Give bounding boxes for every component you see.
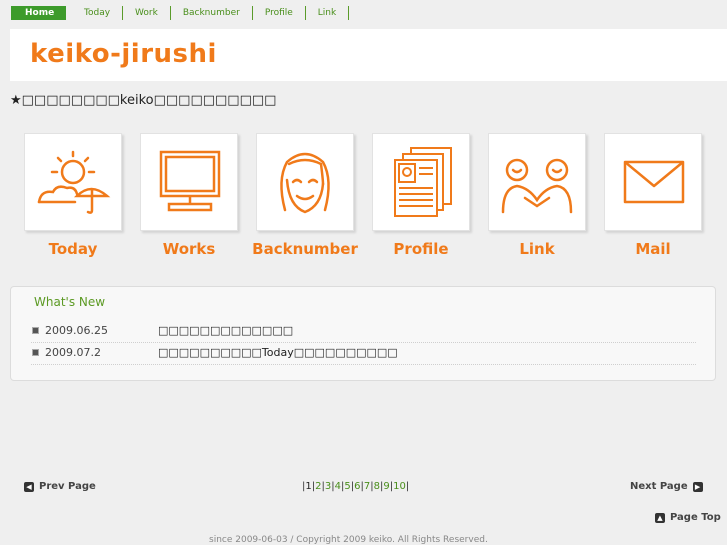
prev-page-label[interactable]: Prev Page — [39, 481, 96, 492]
page-link-7[interactable]: 7 — [364, 481, 370, 492]
site-tagline: ★□□□□□□□□keiko□□□□□□□□□□ — [10, 93, 277, 108]
page-link-4[interactable]: 4 — [335, 481, 341, 492]
news-text[interactable]: □□□□□□□□□□□□□ — [158, 324, 293, 337]
nav-item-link[interactable]: Link — [306, 6, 350, 20]
arrow-up-icon: ▲ — [655, 512, 665, 523]
site-logo[interactable]: keiko-jirushi — [30, 39, 217, 69]
menu-link-label[interactable]: Link — [478, 240, 596, 258]
nav-item-profile[interactable]: Profile — [253, 6, 306, 20]
news-item[interactable]: 2009.06.25 □□□□□□□□□□□□□ — [31, 321, 696, 343]
page-link-8[interactable]: 8 — [374, 481, 380, 492]
menu-works-label[interactable]: Works — [130, 240, 248, 258]
top-nav: Home Today Work Backnumber Profile Link — [11, 6, 350, 20]
arrow-left-icon: ◀ — [24, 481, 34, 492]
page-link-2[interactable]: 2 — [315, 481, 321, 492]
arrow-right-icon: ▶ — [692, 481, 703, 492]
nav-item-work[interactable]: Work — [123, 6, 171, 20]
news-item[interactable]: 2009.07.2 □□□□□□□□□□Today□□□□□□□□□□ — [31, 343, 696, 365]
menu-works[interactable]: Works — [130, 133, 248, 263]
site-header: keiko-jirushi — [10, 29, 727, 81]
page-link-6[interactable]: 6 — [354, 481, 360, 492]
page-link-1[interactable]: 1 — [305, 481, 311, 492]
page-link-9[interactable]: 9 — [383, 481, 389, 492]
menu-mail-label[interactable]: Mail — [594, 240, 712, 258]
page-numbers: |1|2|3|4|5|6|7|8|9|10| — [302, 481, 410, 492]
menu-mail[interactable]: Mail — [594, 133, 712, 263]
footer-copyright: since 2009-06-03 / Copyright 2009 keiko.… — [209, 535, 488, 545]
people-handshake-icon[interactable] — [488, 133, 586, 231]
nav-item-home[interactable]: Home — [11, 6, 66, 20]
menu-profile-label[interactable]: Profile — [362, 240, 480, 258]
whats-new-panel: What's New 2009.06.25 □□□□□□□□□□□□□ 2009… — [10, 286, 716, 381]
envelope-icon[interactable] — [604, 133, 702, 231]
menu-link[interactable]: Link — [478, 133, 596, 263]
sun-umbrella-icon[interactable] — [24, 133, 122, 231]
page-link-5[interactable]: 5 — [344, 481, 350, 492]
page-link-10[interactable]: 10 — [393, 481, 406, 492]
menu-backnumber[interactable]: Backnumber — [246, 133, 364, 263]
news-text[interactable]: □□□□□□□□□□Today□□□□□□□□□□ — [158, 346, 398, 359]
page-top-label[interactable]: Page Top — [670, 512, 721, 523]
news-date: 2009.06.25 — [45, 324, 108, 337]
nav-item-backnumber[interactable]: Backnumber — [171, 6, 253, 20]
whats-new-title: What's New — [34, 295, 106, 309]
page-top-link[interactable]: ▲ Page Top — [650, 512, 721, 523]
next-page-label[interactable]: Next Page — [630, 481, 688, 492]
face-icon[interactable] — [256, 133, 354, 231]
menu-today[interactable]: Today — [14, 133, 132, 263]
menu-backnumber-label[interactable]: Backnumber — [246, 240, 364, 258]
nav-item-today[interactable]: Today — [72, 6, 124, 20]
bullet-icon — [32, 349, 39, 356]
menu-profile[interactable]: Profile — [362, 133, 480, 263]
profile-document-icon[interactable] — [372, 133, 470, 231]
news-date: 2009.07.2 — [45, 346, 101, 359]
monitor-icon[interactable] — [140, 133, 238, 231]
prev-page-link[interactable]: ◀ Prev Page — [19, 481, 96, 492]
icon-menu: Today Works Backnumber Profile Link Mail — [14, 133, 714, 263]
page-link-3[interactable]: 3 — [325, 481, 331, 492]
bullet-icon — [32, 327, 39, 334]
next-page-link[interactable]: Next Page ▶ — [630, 481, 708, 492]
menu-today-label[interactable]: Today — [14, 240, 132, 258]
